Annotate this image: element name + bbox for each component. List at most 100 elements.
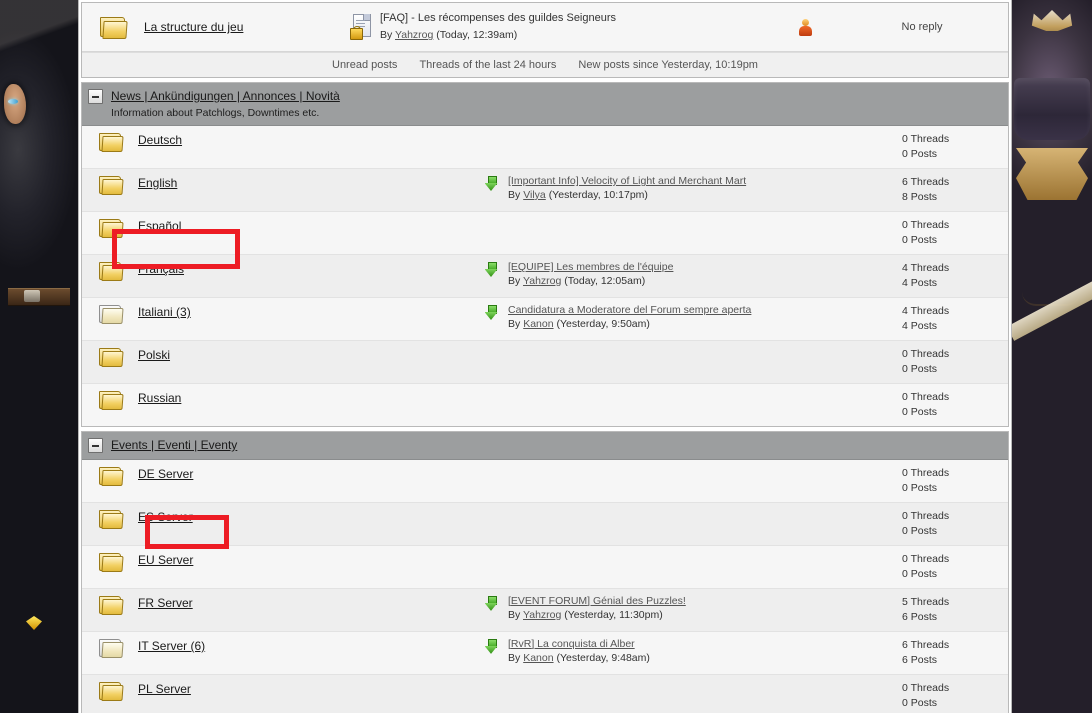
last-post-cell: Candidatura a Moderatore del Forum sempr… [508,302,902,332]
forum-link[interactable]: IT Server (6) [138,639,205,653]
forum-row: IT Server (6) [RvR] La conquista di Alber… [82,631,1008,675]
last-post-author-link[interactable]: Kanon [523,318,553,330]
thread-count: 0 Threads [902,466,950,479]
section-title-link[interactable]: News | Ankündigungen | Annonces | Novità [111,89,340,103]
post-count: 0 Posts [902,406,938,419]
folder-icon [98,261,124,282]
collapse-toggle-icon[interactable] [88,89,103,104]
thread-count: 6 Threads [902,638,950,651]
goto-last-post-arrow-icon[interactable] [484,262,498,278]
right-character-armor [1016,148,1088,200]
collapse-toggle-icon[interactable] [88,438,103,454]
thread-count: 4 Threads [902,262,950,275]
post-count: 0 Posts [902,234,938,247]
last-post-author-link[interactable]: Vilya [523,189,546,201]
last-post-cell [508,507,902,509]
right-character-veil [1014,78,1090,140]
last-post-timestamp: (Yesterday, 11:30pm) [564,608,663,621]
forum-icon-cell [82,345,138,368]
folder-icon [98,132,124,153]
forum-link[interactable]: Deutsch [138,133,182,147]
forum-icon-cell [82,636,138,658]
post-count: 0 Posts [902,363,938,376]
last-post-title-link[interactable]: [EQUIPE] Les membres de l'équipe [508,261,673,273]
goto-last-post-arrow-icon[interactable] [484,176,498,192]
folder-icon [98,681,124,701]
forum-stats-cell: 0 Threads 0 Posts [902,345,1008,377]
left-character-eye [8,99,18,104]
post-count: 8 Posts [902,191,938,204]
announcement-forum-link[interactable]: La structure du jeu [144,20,243,34]
last-post-cell [508,388,902,390]
post-count: 4 Posts [902,277,938,290]
last-post-byline: By Vilya (Yesterday, 10:17pm) [508,189,902,203]
last-post-author-link[interactable]: Yahzrog [523,275,561,287]
last-post-cell [508,216,902,218]
forum-name-cell: Français [138,259,474,276]
last-post-title-link[interactable]: [EVENT FORUM] Génial des Puzzles! [508,595,686,607]
forum-link[interactable]: Español [138,219,181,233]
forum-row: PL Server 0 Threads 0 Posts [82,674,1008,713]
section-description: Information about Patchlogs, Downtimes e… [111,106,320,119]
forum-link[interactable]: Français [138,262,184,276]
post-count: 0 Posts [902,148,938,161]
forum-link[interactable]: DE Server [138,467,193,481]
last-post-arrow-cell [474,388,508,391]
goto-last-post-arrow-icon[interactable] [484,305,498,321]
forum-stats-cell: 0 Threads 0 Posts [902,216,1008,248]
forum-name-cell: Español [138,216,474,233]
forum-stats-cell: 0 Threads 0 Posts [902,507,1008,539]
unread-posts-link[interactable]: Unread posts [332,59,397,71]
goto-last-post-arrow-icon[interactable] [484,638,498,654]
forum-name-cell: PL Server [138,679,474,696]
last-post-arrow-cell [474,679,508,682]
last-post-arrow-cell [474,464,508,467]
last-post-cell: [RvR] La conquista di Alber By Kanon (Yes… [508,636,902,666]
forum-row: EU Server 0 Threads 0 Posts [82,545,1008,589]
forum-row: ES Server 0 Threads 0 Posts [82,502,1008,546]
last-post-timestamp: (Yesterday, 10:17pm) [548,188,648,201]
section-header: Events | Eventi | Eventy [82,432,1008,460]
forum-row: Italiani (3) Candidatura a Moderatore del… [82,298,1008,342]
last-post-author-link[interactable]: Yahzrog [523,609,561,621]
forum-link[interactable]: PL Server [138,682,191,696]
announcement-row: La structure du jeu [FAQ] - Les récompen… [82,3,1008,52]
last-post-author-link[interactable]: Kanon [523,652,553,664]
announcement-author-link[interactable]: Yahzrog [395,29,433,41]
last-post-arrow-cell [474,302,508,321]
thread-count: 6 Threads [902,176,950,189]
forum-link[interactable]: Russian [138,391,181,405]
forum-link[interactable]: Polski [138,348,170,362]
announcement-thread-link[interactable]: [FAQ] - Les récompenses des guildes Seig… [380,12,616,24]
forum-stats-cell: 6 Threads 8 Posts [902,173,1008,205]
forum-stats-cell: 4 Threads 4 Posts [902,259,1008,291]
forum-link[interactable]: FR Server [138,596,193,610]
last-post-title-link[interactable]: [RvR] La conquista di Alber [508,638,635,650]
forum-link[interactable]: English [138,176,177,190]
forum-name-cell: IT Server (6) [138,636,474,653]
forum-name-cell: EU Server [138,550,474,567]
new-posts-since-link[interactable]: New posts since Yesterday, 10:19pm [578,59,758,71]
last-post-title-link[interactable]: [Important Info] Velocity of Light and M… [508,175,746,187]
forum-link[interactable]: ES Server [138,510,193,524]
forum-link[interactable]: Italiani (3) [138,305,191,319]
forum-icon-cell [82,216,138,239]
forum-section: Events | Eventi | Eventy DE Server 0 Threa… [81,431,1009,713]
forum-icon-cell [82,464,138,486]
last-post-arrow-cell [474,550,508,553]
announcement-timestamp: (Today, 12:39am) [436,29,518,42]
last-post-by-prefix: By [508,188,521,201]
section-title-link[interactable]: Events | Eventi | Eventy [111,438,237,452]
goto-last-post-arrow-icon[interactable] [484,595,498,611]
left-character-art [0,0,78,713]
forum-icon-cell [82,593,138,615]
forum-link[interactable]: EU Server [138,553,193,567]
announcement-thread-cell: [FAQ] - Les récompenses des guildes Seig… [380,11,774,42]
last-post-title-link[interactable]: Candidatura a Moderatore del Forum sempr… [508,304,751,316]
threads-last-24h-link[interactable]: Threads of the last 24 hours [419,59,556,71]
last-post-arrow-cell [474,216,508,219]
announcement-folder-icon-cell [82,16,144,39]
post-count: 0 Posts [902,525,938,538]
forum-name-cell: Deutsch [138,130,474,147]
last-post-timestamp: (Today, 12:05am) [564,274,646,287]
